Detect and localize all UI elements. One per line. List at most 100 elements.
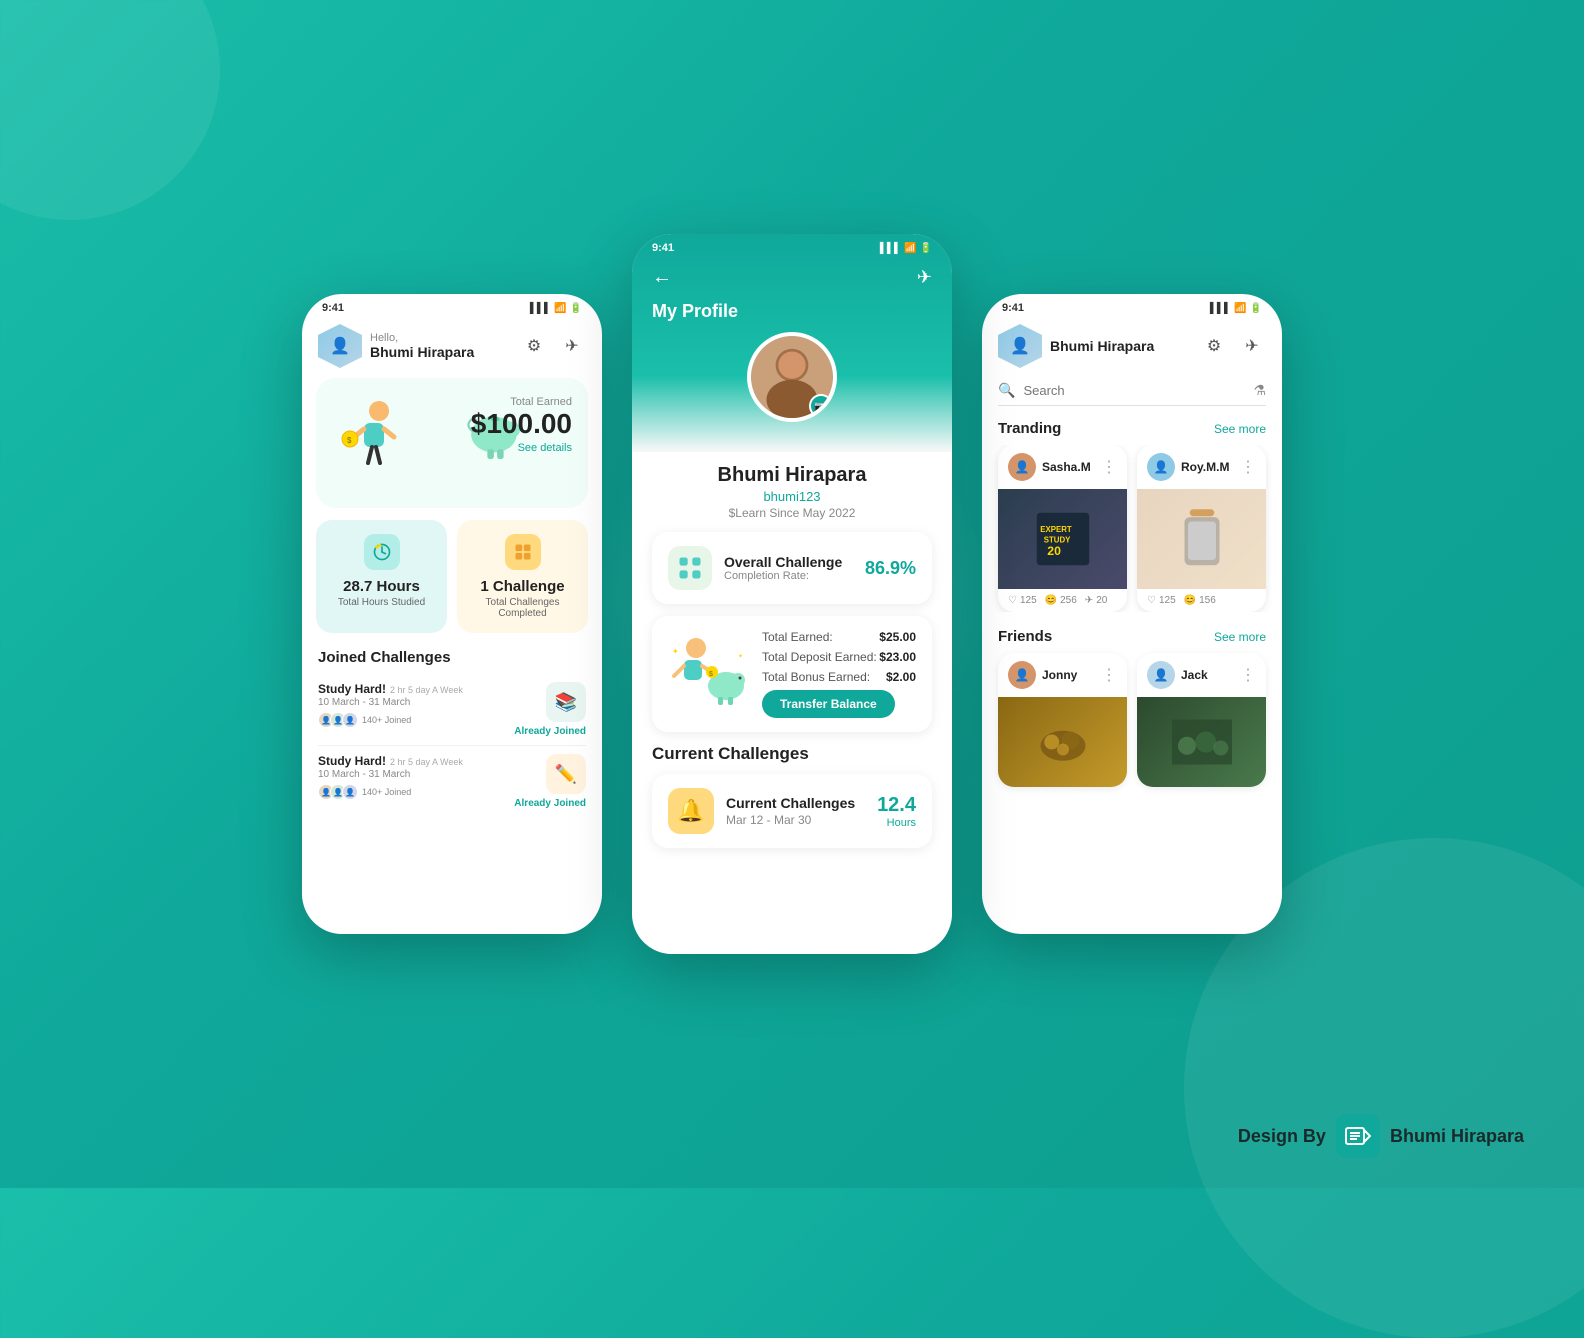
current-challenges-section: Current Challenges 🔔 Current Challenges … <box>652 744 932 848</box>
friends-header: Friends See more <box>982 624 1282 653</box>
joined-challenges-title: Joined Challenges <box>302 645 602 674</box>
phone-center: 9:41 ▌▌▌ 📶 🔋 ← ✈ My Profile <box>632 234 952 954</box>
status-icons-left: ▌▌▌ 📶 🔋 <box>530 303 582 314</box>
share-icon-right[interactable]: ✈ <box>1238 332 1266 360</box>
header-icons: ⚙ ✈ <box>520 332 586 360</box>
challenge-name-1: Study Hard! <box>318 682 386 696</box>
stat-card-challenges: 1 Challenge Total Challenges Completed <box>457 520 588 633</box>
hours-icon <box>364 534 400 570</box>
friends-see-more[interactable]: See more <box>1214 630 1266 644</box>
search-input[interactable] <box>1023 383 1245 398</box>
trending-likes-2: ♡ 125 <box>1147 595 1176 606</box>
friends-title: Friends <box>998 628 1052 645</box>
profile-name: Bhumi Hirapara <box>652 464 932 487</box>
stat-card-hours: 28.7 Hours Total Hours Studied <box>316 520 447 633</box>
status-icons-center: ▌▌▌ 📶 🔋 <box>880 243 932 254</box>
trending-more-2[interactable]: ⋮ <box>1240 457 1256 477</box>
challenge-item-1: Study Hard! 2 hr 5 day A Week 10 March -… <box>302 674 602 745</box>
profile-main: Bhumi Hirapara bhumi123 $Learn Since May… <box>632 464 952 848</box>
person-illustration: $ <box>324 393 414 493</box>
challenge-thumb-2: ✏️ <box>546 754 586 794</box>
challenge-tag-1: 2 hr 5 day A Week <box>390 685 463 695</box>
challenge-name-2: Study Hard! <box>318 754 386 768</box>
username-left: Bhumi Hirapara <box>370 344 474 360</box>
friend-avatar-2: 👤 <box>1147 661 1175 689</box>
edit-avatar-btn[interactable]: 📷 <box>809 394 833 418</box>
see-details-link[interactable]: See details <box>471 442 572 454</box>
hours-label: Total Hours Studied <box>338 597 425 608</box>
filter-icon[interactable]: ⚗ <box>1253 382 1266 399</box>
transfer-btn[interactable]: Transfer Balance <box>762 690 895 718</box>
trending-shares-1: ✈ 20 <box>1085 595 1108 606</box>
watermark-prefix: Design By <box>1238 1126 1326 1147</box>
trending-stats-2: ♡ 125 😊 156 <box>1137 589 1266 612</box>
profile-avatar-wrap: 📷 <box>632 332 952 422</box>
shares-count-1: 20 <box>1096 595 1107 606</box>
total-bonus-val: $2.00 <box>886 670 916 684</box>
trending-avatar-1: 👤 <box>1008 453 1036 481</box>
joined-count-2: 140+ Joined <box>362 784 411 800</box>
trending-see-more[interactable]: See more <box>1214 422 1266 436</box>
friend-photo-2 <box>1137 697 1266 787</box>
total-earned-val: $25.00 <box>879 630 916 644</box>
trending-title: Tranding <box>998 420 1061 437</box>
trending-likes-1: ♡ 125 <box>1008 595 1037 606</box>
likes-count-2: 125 <box>1159 595 1176 606</box>
trending-photo-2 <box>1137 489 1266 589</box>
total-deposit-val: $23.00 <box>879 650 916 664</box>
mini-avatar-3: 👤 <box>342 712 358 728</box>
svg-text:$: $ <box>709 671 713 678</box>
friend-avatar-1: 👤 <box>1008 661 1036 689</box>
settings-icon[interactable]: ⚙ <box>520 332 548 360</box>
comments-count-1: 256 <box>1060 595 1077 606</box>
earnings-amount: $100.00 <box>471 408 572 440</box>
svg-text:✦: ✦ <box>672 647 679 656</box>
friend-card-1: 👤 Jonny ⋮ <box>998 653 1127 787</box>
settings-icon-right[interactable]: ⚙ <box>1200 332 1228 360</box>
challenge-dates-1: 10 March - 31 March <box>318 697 463 708</box>
trending-stats-1: ♡ 125 😊 256 ✈ 20 <box>998 589 1127 612</box>
current-ch-hours-label: Hours <box>877 817 916 829</box>
joined-challenges-section: Joined Challenges Study Hard! 2 hr 5 day… <box>302 645 602 817</box>
trending-comments-2: 😊 156 <box>1184 595 1216 606</box>
avatar: 👤 <box>318 324 362 368</box>
completion-sub: Completion Rate: <box>724 570 842 582</box>
current-challenge-icon: 🔔 <box>668 788 714 834</box>
trending-row: 👤 Sasha.M ⋮ EXPERT STUDY 20 <box>982 445 1282 612</box>
profile-username: bhumi123 <box>652 489 932 504</box>
watermark-logo <box>1336 1114 1380 1158</box>
status-icons-right: ▌▌▌ 📶 🔋 <box>1210 303 1262 314</box>
profile-page-title: My Profile <box>632 297 952 322</box>
friend-more-1[interactable]: ⋮ <box>1101 665 1117 685</box>
search-bar: 🔍 ⚗ <box>998 382 1266 406</box>
joined-count-1: 140+ Joined <box>362 712 411 728</box>
current-challenge-card: 🔔 Current Challenges Mar 12 - Mar 30 12.… <box>652 774 932 848</box>
trending-header: Tranding See more <box>982 416 1282 445</box>
overall-challenge-card: Overall Challenge Completion Rate: 86.9% <box>652 532 932 604</box>
trending-more-1[interactable]: ⋮ <box>1101 457 1117 477</box>
friend-more-2[interactable]: ⋮ <box>1240 665 1256 685</box>
hours-value: 28.7 Hours <box>343 578 420 595</box>
current-ch-hours-val: 12.4 <box>877 794 916 817</box>
back-btn[interactable]: ← <box>652 266 672 289</box>
status-bar-right: 9:41 ▌▌▌ 📶 🔋 <box>982 294 1282 318</box>
earnings-detail-card: $ ✦ ✦ Total Earned: $25.00 Total Deposit… <box>652 616 932 732</box>
watermark-name: Bhumi Hirapara <box>1390 1126 1524 1147</box>
trending-comments-1: 😊 256 <box>1045 595 1077 606</box>
center-share-btn[interactable]: ✈ <box>917 267 932 288</box>
svg-text:✦: ✦ <box>738 653 743 660</box>
center-top-bg: 9:41 ▌▌▌ 📶 🔋 ← ✈ My Profile <box>632 234 952 452</box>
svg-text:$: $ <box>347 436 352 445</box>
trending-user-1: 👤 Sasha.M <box>1008 453 1091 481</box>
phone-left: 9:41 ▌▌▌ 📶 🔋 👤 Hello, Bhumi Hirapara ⚙ ✈ <box>302 294 602 934</box>
search-icon: 🔍 <box>998 382 1015 399</box>
share-icon[interactable]: ✈ <box>558 332 586 360</box>
completion-icon <box>668 546 712 590</box>
earnings-row-total: Total Earned: $25.00 <box>762 630 916 644</box>
friends-row: 👤 Jonny ⋮ � <box>982 653 1282 787</box>
svg-text:EXPERT: EXPERT <box>1040 525 1072 534</box>
right-header: 👤 Bhumi Hirapara ⚙ ✈ <box>982 318 1282 378</box>
status-bar-left: 9:41 ▌▌▌ 📶 🔋 <box>302 294 602 318</box>
right-header-icons: ⚙ ✈ <box>1200 332 1266 360</box>
challenge-completion: Overall Challenge Completion Rate: 86.9% <box>668 546 916 590</box>
